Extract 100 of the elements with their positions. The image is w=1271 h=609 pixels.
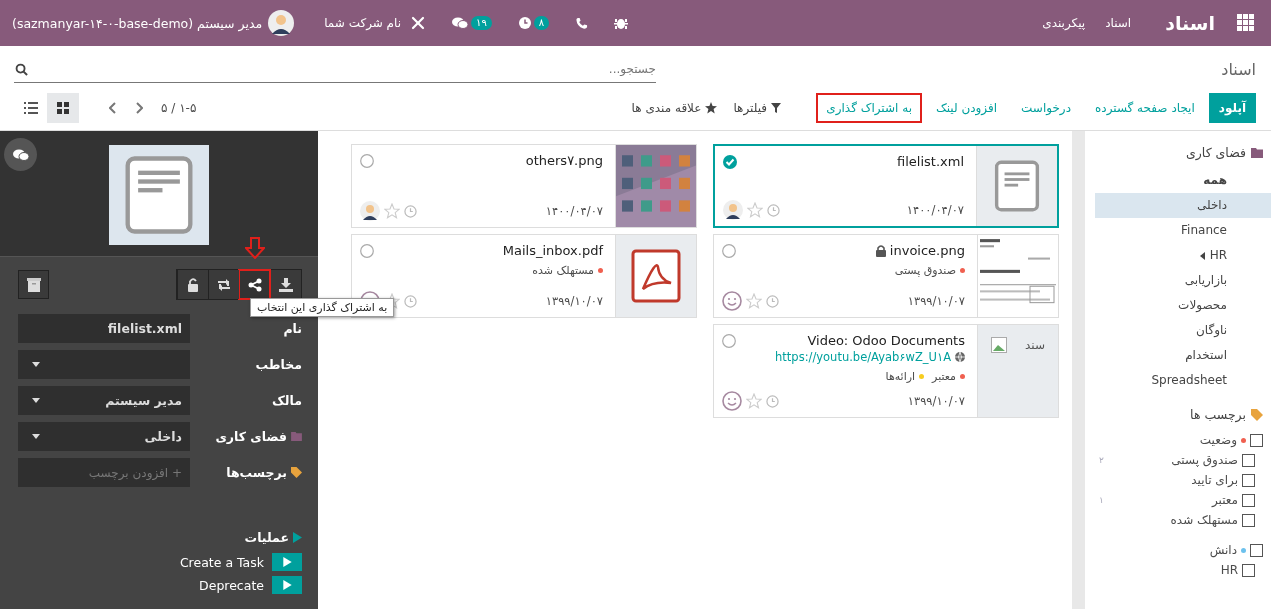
clock-icon[interactable] <box>517 16 532 30</box>
workspace-item[interactable]: داخلی <box>1095 193 1271 218</box>
field-label: فضای کاری <box>215 429 287 444</box>
action-label[interactable]: Create a Task <box>179 554 264 570</box>
workspace-item[interactable]: Finance <box>1095 218 1271 243</box>
document-name[interactable]: others۷.png <box>525 153 603 168</box>
preview-thumbnail[interactable] <box>109 145 209 245</box>
lock-button[interactable] <box>177 270 208 299</box>
tag-label[interactable]: برای تایید <box>1191 470 1238 490</box>
archive-button[interactable] <box>18 270 49 299</box>
filters-button[interactable]: فیلترها <box>733 101 781 115</box>
tag-label[interactable]: مستهلک شده <box>1170 510 1238 530</box>
document-name[interactable]: Mails_inbox.pdf <box>502 243 603 258</box>
play-button[interactable] <box>272 576 302 594</box>
folder-icon <box>1251 147 1263 158</box>
workspace-item[interactable]: Spreadsheet <box>1095 368 1271 393</box>
apps-menu-icon[interactable] <box>1237 14 1255 32</box>
smiley-icon[interactable] <box>722 391 742 411</box>
tags-input-field[interactable]: + افزودن برچسب <box>18 458 190 487</box>
document-icon <box>124 155 194 235</box>
breadcrumb: اسناد <box>1220 60 1256 79</box>
tools-icon[interactable] <box>411 16 426 30</box>
tag-label[interactable]: HR <box>1220 560 1238 580</box>
tag-label[interactable]: صندوق پستی <box>1171 450 1238 470</box>
document-date: ۱۴۰۰/۰۴/۰۷ <box>906 203 964 217</box>
tooltip: به اشتراک گذاری این انتخاب <box>250 298 395 317</box>
tag-label[interactable]: معتبر <box>1211 490 1238 510</box>
previous-icon[interactable] <box>109 102 117 114</box>
search-field[interactable]: جستجو... <box>14 56 656 83</box>
field-label: مخاطب <box>255 357 302 372</box>
star-icon[interactable] <box>384 203 400 219</box>
smiley-icon[interactable] <box>722 291 742 311</box>
workspace-item[interactable]: بازاریابی <box>1095 268 1271 293</box>
bug-icon[interactable] <box>614 16 629 30</box>
tag-icon <box>1251 408 1263 421</box>
workspace-item[interactable]: استخدام <box>1095 343 1271 368</box>
document-card[interactable]: others۷.png ۱۴۰۰/۰۴/۰۷ <box>351 144 697 228</box>
tag-label: صندوق پستی <box>894 264 956 277</box>
phone-icon[interactable] <box>575 16 589 30</box>
star-icon <box>705 102 718 114</box>
workspace-item[interactable]: محصولات <box>1095 293 1271 318</box>
pager-value[interactable]: ۱-۵ / ۵ <box>161 101 197 115</box>
scrollbar[interactable] <box>1072 131 1085 609</box>
field-label: مالک <box>272 393 302 408</box>
checkbox[interactable] <box>1250 433 1263 447</box>
replace-button[interactable] <box>208 270 239 299</box>
search-icon[interactable] <box>15 63 28 76</box>
workspace-item[interactable]: ناوگان <box>1095 318 1271 343</box>
document-date: ۱۳۹۹/۱۰/۰۷ <box>907 294 965 308</box>
app-title[interactable]: اسناد <box>1165 12 1215 34</box>
star-icon[interactable] <box>746 393 762 409</box>
menu-item[interactable]: اسناد <box>1105 16 1132 30</box>
checkbox[interactable] <box>1242 513 1255 527</box>
select-field[interactable]: داخلی <box>18 422 190 451</box>
document-date: ۱۳۹۹/۱۰/۰۷ <box>545 294 603 308</box>
unlock-icon <box>187 277 199 292</box>
tag-label: مستهلک شده <box>532 264 594 277</box>
menu-item[interactable]: پیکربندی <box>1042 16 1086 30</box>
action-label[interactable]: Deprecate <box>199 577 264 593</box>
section-title: فضای کاری <box>1186 145 1246 160</box>
workspace-item[interactable]: HR <box>1095 243 1271 268</box>
favorites-button[interactable]: علاقه مندی ها <box>631 101 718 115</box>
play-button[interactable] <box>272 553 302 571</box>
tag-group-label[interactable]: وضعیت <box>1199 430 1237 450</box>
user-avatar-icon[interactable] <box>268 10 295 36</box>
star-icon[interactable] <box>747 202 763 218</box>
caret-icon[interactable] <box>1199 251 1205 260</box>
chat-icon[interactable] <box>451 16 470 30</box>
select-field[interactable]: مدیر سیستم <box>18 386 190 415</box>
workspace-item[interactable]: همه <box>1095 168 1271 193</box>
checkbox[interactable] <box>1242 473 1255 487</box>
chat-button[interactable] <box>4 138 37 171</box>
document-name[interactable]: Video: Odoo Documents <box>807 333 965 348</box>
swap-arrows-icon <box>216 277 232 292</box>
user-avatar-icon[interactable] <box>723 200 743 220</box>
document-name[interactable]: filelist.xml <box>897 154 964 169</box>
user-name[interactable]: مدیر سیستم (sazmanyar-۱۴-۰-base-demo) <box>12 15 263 31</box>
star-icon[interactable] <box>746 293 762 309</box>
globe-icon <box>955 352 965 362</box>
triangle-icon <box>293 532 302 543</box>
field-label: برچسب‌ها <box>226 465 287 480</box>
document-name[interactable]: invoice.png <box>889 243 965 258</box>
select-field[interactable] <box>18 350 190 379</box>
tag-group-label[interactable]: دانش <box>1209 540 1237 560</box>
pdf-icon <box>631 249 681 303</box>
tag-label: معتبر <box>932 370 956 383</box>
image-alt-text: سند <box>1025 338 1045 352</box>
kanban-view-button[interactable] <box>47 93 79 123</box>
section-title: عملیات <box>244 530 289 545</box>
user-avatar-icon[interactable] <box>360 201 380 221</box>
checkbox[interactable] <box>1250 543 1263 557</box>
share-icon <box>248 277 262 292</box>
document-date: ۱۳۹۹/۱۰/۰۷ <box>907 394 965 408</box>
company-name[interactable]: نام شرکت شما <box>324 16 402 30</box>
checkbox[interactable] <box>1242 453 1255 467</box>
name-input-field[interactable]: filelist.xml <box>18 314 190 343</box>
checkbox[interactable] <box>1242 493 1255 507</box>
selection-circle-icon[interactable] <box>723 154 737 169</box>
checkbox[interactable] <box>1242 563 1255 577</box>
next-icon[interactable] <box>135 102 143 114</box>
